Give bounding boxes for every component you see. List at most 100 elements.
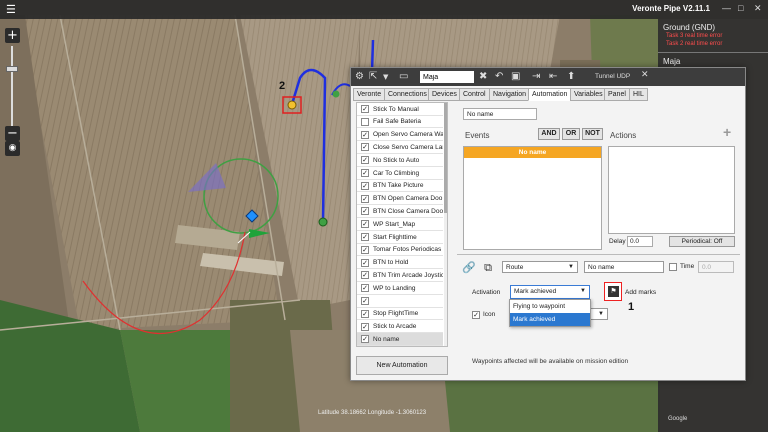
- tab-devices[interactable]: Devices: [428, 88, 461, 101]
- automation-list-item[interactable]: ✓ No name: [357, 333, 443, 346]
- automation-list-item[interactable]: ✓ Car To Climbing: [357, 167, 443, 180]
- automation-enabled-checkbox[interactable]: ✓: [361, 258, 369, 267]
- coordinates-readout: Latitude 38.18662 Longitude -1.3060123: [318, 410, 427, 416]
- automation-enabled-checkbox[interactable]: ✓: [361, 220, 369, 229]
- maximize-button[interactable]: □: [738, 3, 743, 13]
- action-type-select[interactable]: Route ▼: [502, 261, 578, 273]
- or-button[interactable]: OR: [562, 128, 580, 140]
- list-scrollbar-thumb[interactable]: [444, 103, 447, 213]
- automation-list-item-label: BTN Trim Arcade Joystic: [373, 271, 443, 279]
- import-icon[interactable]: ⇥: [532, 71, 540, 82]
- automation-enabled-checkbox[interactable]: ✓: [361, 105, 369, 113]
- automation-list-item[interactable]: ✓ BTN Take Picture: [357, 180, 443, 193]
- add-marks-button[interactable]: ⚑: [604, 282, 622, 301]
- compass-icon[interactable]: ◉: [5, 141, 20, 156]
- automation-enabled-checkbox[interactable]: ✓: [361, 130, 369, 139]
- periodical-button[interactable]: Periodical: Off: [669, 236, 735, 247]
- automation-list-item[interactable]: ✓ No Stick to Auto: [357, 154, 443, 167]
- action-name-input[interactable]: No name: [584, 261, 664, 273]
- zoom-slider-track[interactable]: [11, 46, 13, 126]
- automation-list-item[interactable]: ✓ Start Flighttime: [357, 231, 443, 244]
- automation-enabled-checkbox[interactable]: ✓: [361, 309, 369, 318]
- time-input[interactable]: 0.0: [698, 261, 734, 273]
- menu-icon[interactable]: ☰: [6, 3, 16, 16]
- tab-control[interactable]: Control: [459, 88, 490, 101]
- automation-list-item[interactable]: ✓ WP Start_Map: [357, 218, 443, 231]
- automation-enabled-checkbox[interactable]: ✓: [361, 233, 369, 241]
- zoom-slider-handle[interactable]: [6, 66, 18, 72]
- automation-enabled-checkbox[interactable]: [361, 117, 369, 126]
- undo-icon[interactable]: ↶: [495, 71, 503, 82]
- map-attribution: Google: [668, 416, 688, 422]
- folder-icon[interactable]: ▭: [399, 71, 408, 82]
- tab-panel[interactable]: Panel: [604, 88, 630, 101]
- link-icon[interactable]: 🔗: [462, 261, 476, 275]
- automation-enabled-checkbox[interactable]: ✓: [361, 143, 369, 152]
- zoom-in-button[interactable]: +: [5, 28, 20, 43]
- copy-icon[interactable]: ⧉: [481, 261, 495, 275]
- automation-list-item[interactable]: ✓ Stick To Manual: [357, 103, 443, 116]
- automation-enabled-checkbox[interactable]: ✓: [361, 156, 369, 165]
- save-icon[interactable]: ▣: [511, 71, 520, 82]
- automation-enabled-checkbox[interactable]: ✓: [361, 181, 369, 190]
- chevron-down-icon[interactable]: ▼: [383, 73, 388, 81]
- automation-list-item[interactable]: ✓ Close Servo Camera Lar: [357, 141, 443, 154]
- tab-hil[interactable]: HIL: [629, 88, 648, 101]
- event-item[interactable]: No name: [464, 147, 601, 158]
- icon-checkbox[interactable]: ✓: [472, 311, 480, 319]
- aircraft-name-input[interactable]: [420, 71, 474, 83]
- automation-enabled-checkbox[interactable]: ✓: [361, 284, 369, 293]
- gear-icon[interactable]: ⚙: [355, 71, 364, 82]
- automation-enabled-checkbox[interactable]: ✓: [361, 297, 369, 305]
- tab-veronte[interactable]: Veronte: [353, 88, 386, 101]
- automation-enabled-checkbox[interactable]: ✓: [361, 335, 369, 344]
- not-button[interactable]: NOT: [582, 128, 603, 140]
- minimize-button[interactable]: —: [722, 3, 731, 13]
- aircraft-item-maja[interactable]: Maja: [658, 53, 768, 66]
- automation-list-item-label: Start Flighttime: [373, 233, 417, 241]
- close-app-button[interactable]: ✕: [754, 3, 762, 14]
- aircraft-name: Maja: [663, 57, 681, 66]
- waypoint-note: Waypoints affected will be available on …: [472, 358, 629, 365]
- automation-enabled-checkbox[interactable]: ✓: [361, 322, 369, 331]
- new-automation-button[interactable]: New Automation: [356, 356, 448, 375]
- automation-enabled-checkbox[interactable]: ✓: [361, 207, 369, 216]
- action-editor: 🔗 ⧉ Route ▼ No name Time 0.0 Activation …: [457, 254, 740, 378]
- activation-label: Activation: [472, 289, 501, 296]
- automation-list-item[interactable]: ✓ BTN Open Camera Doo: [357, 193, 443, 206]
- automation-list-item[interactable]: ✓ Stop FlightTime: [357, 308, 443, 321]
- automation-list-item[interactable]: ✓: [357, 295, 443, 308]
- automation-list-item[interactable]: ✓ Open Servo Camera Wa: [357, 129, 443, 142]
- tab-navigation[interactable]: Navigation: [489, 88, 531, 101]
- automation-list-item[interactable]: ✓ BTN Trim Arcade Joystic: [357, 269, 443, 282]
- zoom-out-button[interactable]: −: [5, 126, 20, 141]
- delay-input[interactable]: 0.0: [627, 236, 653, 247]
- tab-variables[interactable]: Variables: [570, 88, 607, 101]
- automation-enabled-checkbox[interactable]: ✓: [361, 245, 369, 254]
- export-file-icon[interactable]: ⇤: [549, 71, 557, 82]
- automation-list-item[interactable]: Fail Safe Bateria: [357, 116, 443, 129]
- activation-select[interactable]: Mark achieved ▼: [510, 285, 590, 299]
- close-icon[interactable]: ✕: [641, 69, 649, 80]
- tab-automation[interactable]: Automation: [528, 88, 572, 101]
- automation-list-item[interactable]: ✓ Tomar Fotos Periodicas: [357, 244, 443, 257]
- automation-list-item[interactable]: ✓ WP to Landing: [357, 282, 443, 295]
- time-checkbox[interactable]: [669, 263, 677, 271]
- tab-connections[interactable]: Connections: [384, 88, 431, 101]
- activation-option-mark-achieved[interactable]: Mark achieved: [510, 313, 590, 326]
- automation-list-item[interactable]: ✓ Stick to Arcade: [357, 321, 443, 334]
- automation-enabled-checkbox[interactable]: ✓: [361, 271, 369, 280]
- automation-enabled-checkbox[interactable]: ✓: [361, 194, 369, 203]
- delete-icon[interactable]: ✖: [479, 71, 487, 82]
- aircraft-item-ground[interactable]: Ground (GND) Task 3 real time error Task…: [658, 19, 768, 48]
- automation-list-item[interactable]: ✓ BTN to Hold: [357, 257, 443, 270]
- automation-list-item-label: BTN Take Picture: [373, 182, 424, 190]
- automation-enabled-checkbox[interactable]: ✓: [361, 169, 369, 177]
- add-action-icon[interactable]: +: [723, 124, 731, 140]
- automation-name-input[interactable]: No name: [463, 108, 537, 120]
- export-icon[interactable]: ⇱: [369, 71, 377, 82]
- upload-icon[interactable]: ⬆: [567, 71, 575, 82]
- activation-option-flying-to-waypoint[interactable]: Flying to waypoint: [510, 300, 590, 313]
- automation-list-item[interactable]: ✓ BTN Close Camera Doo: [357, 205, 443, 218]
- and-button[interactable]: AND: [538, 128, 560, 140]
